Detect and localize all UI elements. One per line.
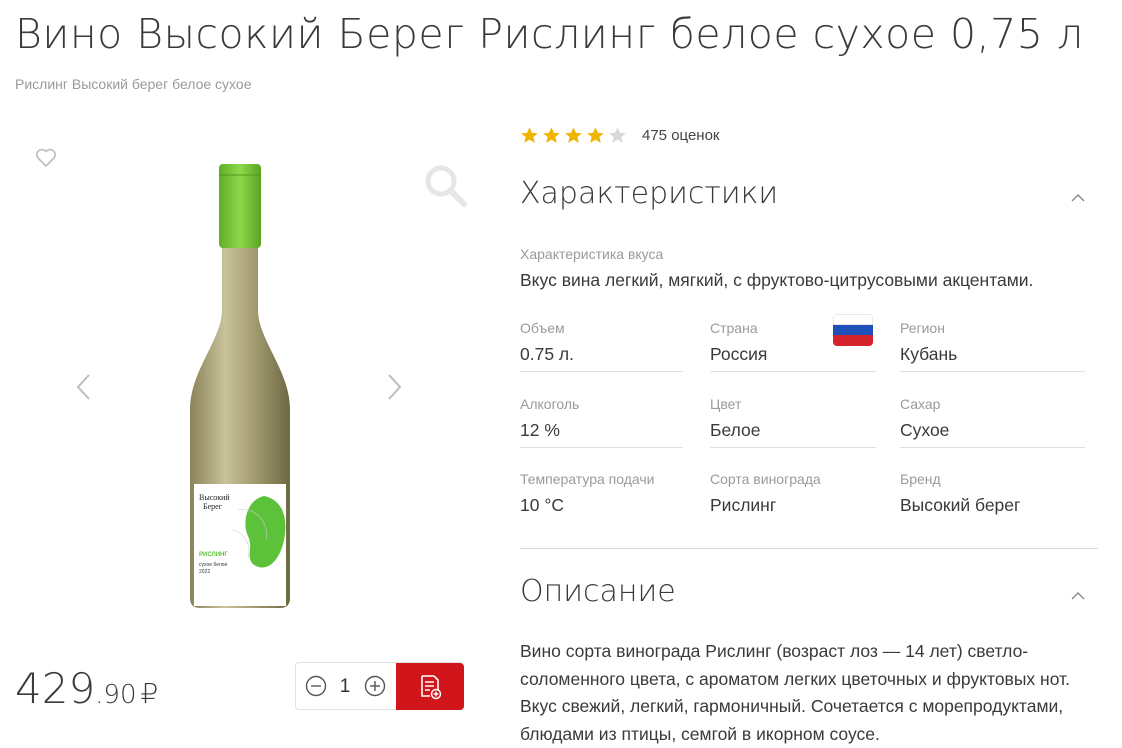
product-image[interactable]: Высокий Берег РИСЛИНГ сухое белое 2022	[184, 160, 296, 612]
spec-value-temperature: 10 °C	[520, 495, 564, 515]
rating-stars	[520, 126, 630, 145]
rating[interactable]: 475 оценок	[520, 126, 720, 145]
label-brand-line2: Берег	[203, 502, 222, 511]
star-empty-icon	[609, 127, 626, 143]
spec-value-region: Кубань	[900, 344, 958, 364]
page-title: Вино Высокий Берег Рислинг белое сухое 0…	[15, 10, 1084, 58]
chevron-up-icon[interactable]	[1070, 190, 1086, 202]
spec-label-country: Страна	[710, 320, 758, 336]
russia-flag-icon	[833, 314, 873, 346]
product-subtitle: Рислинг Высокий берег белое сухое	[15, 76, 252, 92]
star-filled-icon	[587, 127, 604, 143]
price-currency: ₽	[140, 677, 159, 710]
plus-circle-icon[interactable]	[364, 675, 386, 697]
spec-label-sugar: Сахар	[900, 396, 941, 412]
divider	[900, 371, 1085, 372]
spec-value-alcohol: 12 %	[520, 420, 560, 440]
label-brand-line1: Высокий	[199, 493, 230, 502]
spec-label-temperature: Температура подачи	[520, 471, 655, 487]
spec-label-region: Регион	[900, 320, 945, 336]
characteristics-title[interactable]: Характеристики	[520, 176, 778, 211]
price-fraction: .90	[95, 680, 137, 710]
add-to-list-button[interactable]	[396, 663, 464, 710]
description-title[interactable]: Описание	[520, 574, 676, 609]
divider	[710, 371, 876, 372]
spec-label-brand: Бренд	[900, 471, 941, 487]
chevron-up-icon[interactable]	[1070, 588, 1086, 600]
chevron-left-icon[interactable]	[74, 372, 94, 402]
price: 429.90 ₽	[15, 664, 158, 713]
section-divider	[520, 548, 1098, 549]
add-to-list-icon	[421, 674, 442, 699]
label-year: 2022	[199, 569, 211, 575]
spec-value-volume: 0.75 л.	[520, 344, 574, 364]
spec-value-country: Россия	[710, 344, 768, 364]
description-text: Вино сорта винограда Рислинг (возраст ло…	[520, 641, 1070, 744]
divider	[520, 447, 683, 448]
price-integer: 429	[15, 664, 96, 713]
spec-value-sugar: Сухое	[900, 420, 950, 440]
spec-label-color: Цвет	[710, 396, 742, 412]
spec-value-grape: Рислинг	[710, 495, 777, 515]
spec-value-brand[interactable]: Высокий берег	[900, 495, 1020, 516]
heart-icon[interactable]	[34, 146, 58, 170]
star-filled-icon	[565, 127, 582, 143]
spec-label-alcohol: Алкоголь	[520, 396, 580, 412]
taste-value: Вкус вина легкий, мягкий, с фруктово-цит…	[520, 270, 1034, 290]
chevron-right-icon[interactable]	[384, 372, 404, 402]
star-filled-icon	[521, 127, 538, 143]
rating-count[interactable]: 475 оценок	[642, 127, 720, 144]
magnifier-icon[interactable]	[424, 164, 468, 208]
quantity-value[interactable]: 1	[334, 676, 356, 698]
spec-label-grape: Сорта винограда	[710, 471, 821, 487]
spec-value-color: Белое	[710, 420, 761, 440]
divider	[520, 371, 683, 372]
taste-label: Характеристика вкуса	[520, 246, 664, 262]
label-type: сухое белое	[199, 562, 228, 568]
divider	[900, 447, 1085, 448]
label-variety: РИСЛИНГ	[199, 552, 228, 558]
spec-label-volume: Объем	[520, 320, 565, 336]
divider	[710, 447, 876, 448]
minus-circle-icon[interactable]	[305, 675, 327, 697]
star-filled-icon	[543, 127, 560, 143]
